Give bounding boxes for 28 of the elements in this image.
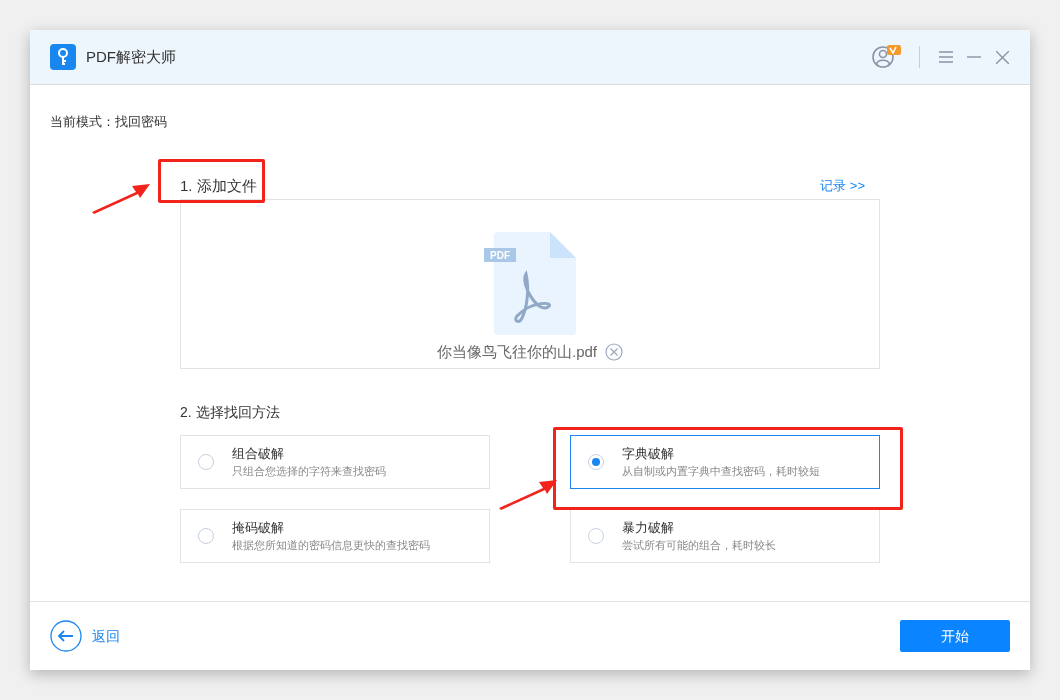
option-description: 从自制或内置字典中查找密码，耗时较短 (622, 464, 820, 479)
account-icon[interactable] (871, 44, 901, 70)
method-option[interactable]: 组合破解 只组合您选择的字符来查找密码 (180, 435, 490, 489)
start-button[interactable]: 开始 (900, 620, 1010, 652)
option-title: 字典破解 (622, 445, 675, 463)
option-description: 尝试所有可能的组合，耗时较长 (622, 538, 776, 553)
menu-icon[interactable] (938, 49, 954, 65)
section-heading: 2. 选择找回方法 (180, 403, 281, 421)
remove-file-icon[interactable] (605, 343, 623, 362)
window-title: PDF解密大师 (86, 46, 176, 67)
option-description: 只组合您选择的字符来查找密码 (232, 464, 386, 479)
option-title: 掩码破解 (232, 519, 285, 537)
file-name: 你当像鸟飞往你的山.pdf (437, 342, 597, 362)
back-button[interactable]: 返回 (50, 620, 120, 652)
file-drop-area[interactable]: PDF 你当像鸟飞往你的山.pdf (180, 199, 880, 369)
method-option[interactable]: 暴力破解 尝试所有可能的组合，耗时较长 (570, 509, 880, 563)
key-logo-icon (50, 44, 76, 70)
annotation-arrow (499, 478, 559, 510)
option-description: 根据您所知道的密码信息更快的查找密码 (232, 538, 430, 553)
method-option[interactable]: 掩码破解 根据您所知道的密码信息更快的查找密码 (180, 509, 490, 563)
option-title: 组合破解 (232, 445, 285, 463)
method-option[interactable]: 字典破解 从自制或内置字典中查找密码，耗时较短 (570, 435, 880, 489)
annotation-arrow (92, 182, 152, 214)
close-icon[interactable] (994, 49, 1010, 65)
history-link[interactable]: 记录 >> (820, 176, 865, 196)
section-heading: 1. 添加文件 (180, 175, 257, 196)
option-title: 暴力破解 (622, 519, 675, 537)
mode-label: 当前模式：找回密码 (50, 113, 168, 131)
